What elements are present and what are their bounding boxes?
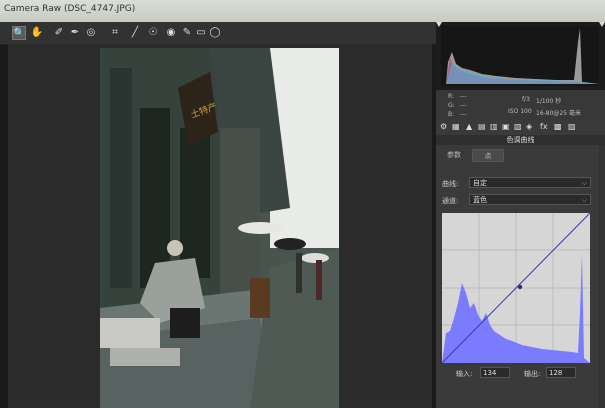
curve-select-value: 自定 [473, 179, 487, 187]
lens: 16-80@25 毫米 [536, 110, 581, 117]
curve-tabs: 参数 点 [436, 147, 605, 163]
straighten-tool-icon[interactable]: ╱ [128, 26, 142, 40]
b-label: B: [448, 111, 455, 118]
g-value: --- [460, 102, 467, 109]
curve-label: 曲线: [442, 180, 459, 188]
red-eye-tool-icon[interactable]: ◉ [164, 26, 178, 40]
basic-panel-icon[interactable]: ⚙ [440, 122, 447, 131]
tab-point[interactable]: 点 [472, 149, 504, 162]
histogram [436, 22, 605, 90]
effects-panel-icon[interactable]: ▧ [514, 122, 522, 131]
b-value: --- [460, 111, 467, 118]
section-title: 色调曲线 [506, 136, 535, 144]
channel-row: 通道: 蓝色 ⌵ [442, 194, 602, 206]
white-balance-tool-icon[interactable]: ✐ [52, 26, 66, 40]
exif-info: R: --- G: --- B: --- f/3 1/100 秒 ISO 100… [436, 90, 605, 120]
presets-panel-icon[interactable]: ▩ [554, 122, 562, 131]
shutter: 1/100 秒 [536, 98, 562, 105]
tone-curve-editor[interactable] [441, 212, 591, 364]
g-label: G: [448, 102, 455, 109]
photo-preview: 土特产 [100, 48, 339, 408]
targeted-adjustment-tool-icon[interactable]: ◎ [84, 26, 98, 40]
r-label: R: [448, 93, 455, 100]
hsl-panel-icon[interactable]: ▤ [478, 122, 486, 131]
title-bar: Camera Raw (DSC_4747.JPG) [0, 0, 605, 22]
chevron-down-icon: ⌵ [581, 179, 587, 187]
output-label: 输出: [524, 370, 541, 378]
channel-select-value: 蓝色 [473, 196, 487, 204]
channel-label: 通道: [442, 197, 459, 205]
panel-icon-bar: ⚙ ▦ ▲ ▤ ▥ ▣ ▧ ◈ fx ▩ ▨ [436, 121, 605, 135]
graduated-filter-tool-icon[interactable]: ▭ [194, 26, 208, 40]
channel-select[interactable]: 蓝色 ⌵ [469, 194, 591, 205]
spot-removal-tool-icon[interactable]: ☉ [146, 26, 160, 40]
iso: ISO 100 [508, 108, 532, 115]
r-value: --- [460, 93, 467, 100]
aperture: f/3 [522, 96, 530, 103]
tab-parametric[interactable]: 参数 [438, 149, 470, 162]
lens-panel-icon[interactable]: ▣ [502, 122, 510, 131]
snapshots-panel-icon[interactable]: ▨ [568, 122, 576, 131]
camera-calibration-icon[interactable]: ◈ [526, 122, 532, 131]
panel-scrollbar[interactable] [599, 145, 605, 408]
curve-io-row: 输入: 134 输出: 128 [442, 366, 602, 382]
section-header: 色调曲线 [436, 135, 605, 145]
histogram-svg [436, 22, 605, 86]
adjustment-brush-tool-icon[interactable]: ✎ [180, 26, 194, 40]
radial-filter-tool-icon[interactable]: ◯ [208, 26, 222, 40]
curve-row: 曲线: 自定 ⌵ [442, 177, 602, 189]
input-label: 输入: [456, 370, 473, 378]
zoom-tool-icon[interactable]: 🔍 [12, 26, 26, 40]
window-title: Camera Raw (DSC_4747.JPG) [4, 4, 136, 14]
hand-tool-icon[interactable]: ✋ [30, 26, 44, 40]
tone-curve-panel-icon[interactable]: ▦ [452, 122, 460, 131]
curve-select[interactable]: 自定 ⌵ [469, 177, 591, 188]
color-sampler-tool-icon[interactable]: ✒ [68, 26, 82, 40]
photo-svg: 土特产 [100, 48, 339, 408]
fx-panel-icon[interactable]: fx [540, 122, 548, 131]
crop-tool-icon[interactable]: ⌗ [108, 26, 122, 40]
output-field[interactable]: 128 [546, 367, 576, 378]
tone-curve-svg [441, 212, 591, 364]
split-toning-panel-icon[interactable]: ▥ [490, 122, 498, 131]
input-field[interactable]: 134 [480, 367, 510, 378]
chevron-down-icon: ⌵ [581, 196, 587, 204]
detail-panel-icon[interactable]: ▲ [466, 122, 472, 131]
